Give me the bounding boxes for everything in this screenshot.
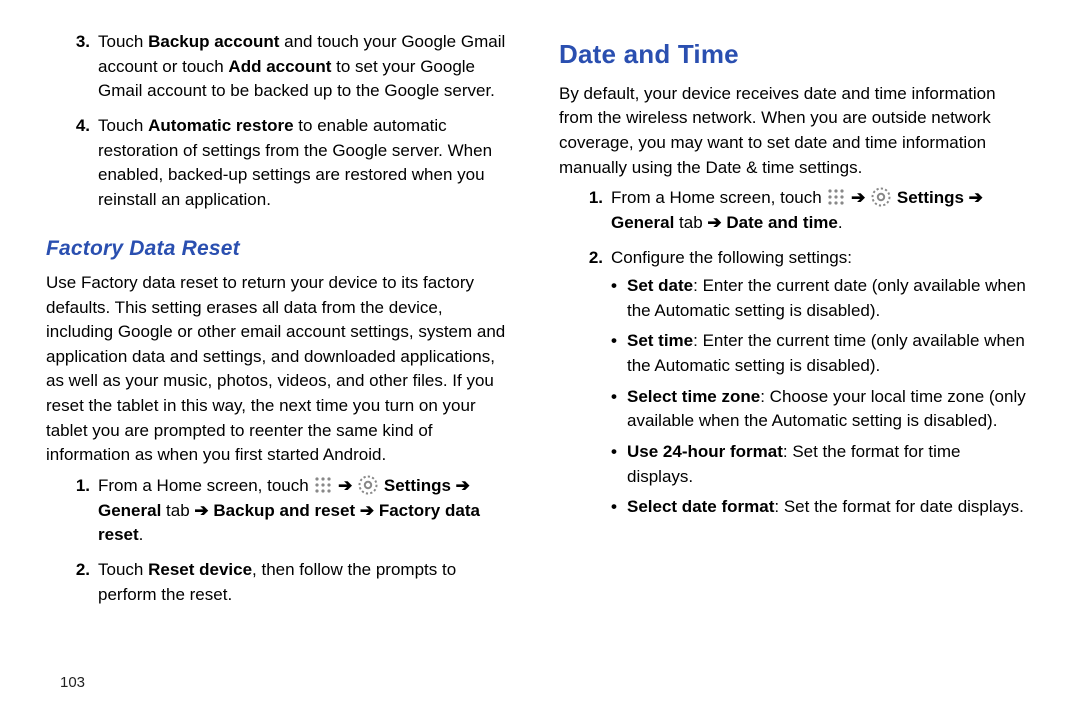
arrow-icon: ➔	[969, 188, 983, 207]
bold: Date and time	[726, 213, 837, 232]
right-column: Date and Time By default, your device re…	[541, 30, 1050, 700]
arrow-icon: ➔	[707, 213, 721, 232]
bullet-icon: •	[611, 440, 627, 489]
step-number: 3.	[46, 30, 98, 108]
step-number: 1.	[46, 474, 98, 552]
date-time-intro: By default, your device receives date an…	[559, 82, 1026, 181]
text: .	[838, 213, 843, 232]
step-body: Touch Reset device, then follow the prom…	[98, 558, 513, 611]
factory-reset-paragraph: Use Factory data reset to return your de…	[46, 271, 513, 468]
text: Touch	[98, 560, 148, 579]
bold: Backup account	[148, 32, 279, 51]
bold: General	[98, 501, 161, 520]
factory-reset-steps: 1. From a Home screen, touch ➔ Settings …	[46, 474, 513, 611]
bullet-item: •Set date: Enter the current date (only …	[611, 274, 1026, 323]
factory-step-2: 2. Touch Reset device, then follow the p…	[46, 558, 513, 611]
dt-step-2: 2. Configure the following settings: •Se…	[559, 246, 1026, 526]
text: Touch	[98, 116, 148, 135]
factory-reset-heading: Factory Data Reset	[46, 234, 513, 264]
arrow-icon: ➔	[194, 501, 208, 520]
settings-gear-icon	[871, 187, 891, 207]
text: : Set the format for date displays.	[774, 497, 1023, 516]
step-number: 2.	[46, 558, 98, 611]
bullet-icon: •	[611, 385, 627, 434]
step-number: 4.	[46, 114, 98, 217]
arrow-icon: ➔	[851, 188, 865, 207]
dt-step-1: 1. From a Home screen, touch ➔ Settings …	[559, 186, 1026, 239]
arrow-icon: ➔	[456, 476, 470, 495]
bold: General	[611, 213, 674, 232]
text: Configure the following settings:	[611, 246, 1026, 271]
bullet-item: •Set time: Enter the current time (only …	[611, 329, 1026, 378]
text: From a Home screen, touch	[98, 476, 313, 495]
page-number: 103	[60, 672, 85, 694]
config-bullets: •Set date: Enter the current date (only …	[611, 274, 1026, 520]
bold: Reset device	[148, 560, 252, 579]
bold: Backup and reset	[213, 501, 355, 520]
step-body: Touch Backup account and touch your Goog…	[98, 30, 513, 108]
apps-grid-icon	[314, 476, 332, 494]
bold: Select date format	[627, 497, 774, 516]
bold: Settings	[897, 188, 964, 207]
bold: Set date	[627, 276, 693, 295]
bold: Select time zone	[627, 387, 760, 406]
factory-step-1: 1. From a Home screen, touch ➔ Settings …	[46, 474, 513, 552]
step-number: 1.	[559, 186, 611, 239]
bullet-item: •Select time zone: Choose your local tim…	[611, 385, 1026, 434]
arrow-icon: ➔	[338, 476, 352, 495]
settings-gear-icon	[358, 475, 378, 495]
step-3: 3. Touch Backup account and touch your G…	[46, 30, 513, 108]
step-body: From a Home screen, touch ➔ Settings ➔ G…	[611, 186, 1026, 239]
text: From a Home screen, touch	[611, 188, 826, 207]
bullet-item: •Select date format: Set the format for …	[611, 495, 1026, 520]
step-4: 4. Touch Automatic restore to enable aut…	[46, 114, 513, 217]
text: Touch	[98, 32, 148, 51]
text: tab	[161, 501, 194, 520]
step-body: From a Home screen, touch ➔ Settings ➔ G…	[98, 474, 513, 552]
bold: Settings	[384, 476, 451, 495]
bullet-item: •Use 24-hour format: Set the format for …	[611, 440, 1026, 489]
text: tab	[674, 213, 707, 232]
arrow-icon: ➔	[360, 501, 374, 520]
bold: Set time	[627, 331, 693, 350]
bullet-icon: •	[611, 274, 627, 323]
bold: Automatic restore	[148, 116, 293, 135]
date-time-steps: 1. From a Home screen, touch ➔ Settings …	[559, 186, 1026, 526]
bold: Add account	[228, 57, 331, 76]
step-body: Touch Automatic restore to enable automa…	[98, 114, 513, 217]
page: 3. Touch Backup account and touch your G…	[0, 0, 1080, 720]
continued-steps: 3. Touch Backup account and touch your G…	[46, 30, 513, 216]
apps-grid-icon	[827, 188, 845, 206]
step-number: 2.	[559, 246, 611, 526]
bullet-icon: •	[611, 495, 627, 520]
bold: Use 24-hour format	[627, 442, 783, 461]
step-body: Configure the following settings: •Set d…	[611, 246, 1026, 526]
text: .	[139, 525, 144, 544]
left-column: 3. Touch Backup account and touch your G…	[30, 30, 541, 700]
bullet-icon: •	[611, 329, 627, 378]
date-time-heading: Date and Time	[559, 36, 1026, 74]
